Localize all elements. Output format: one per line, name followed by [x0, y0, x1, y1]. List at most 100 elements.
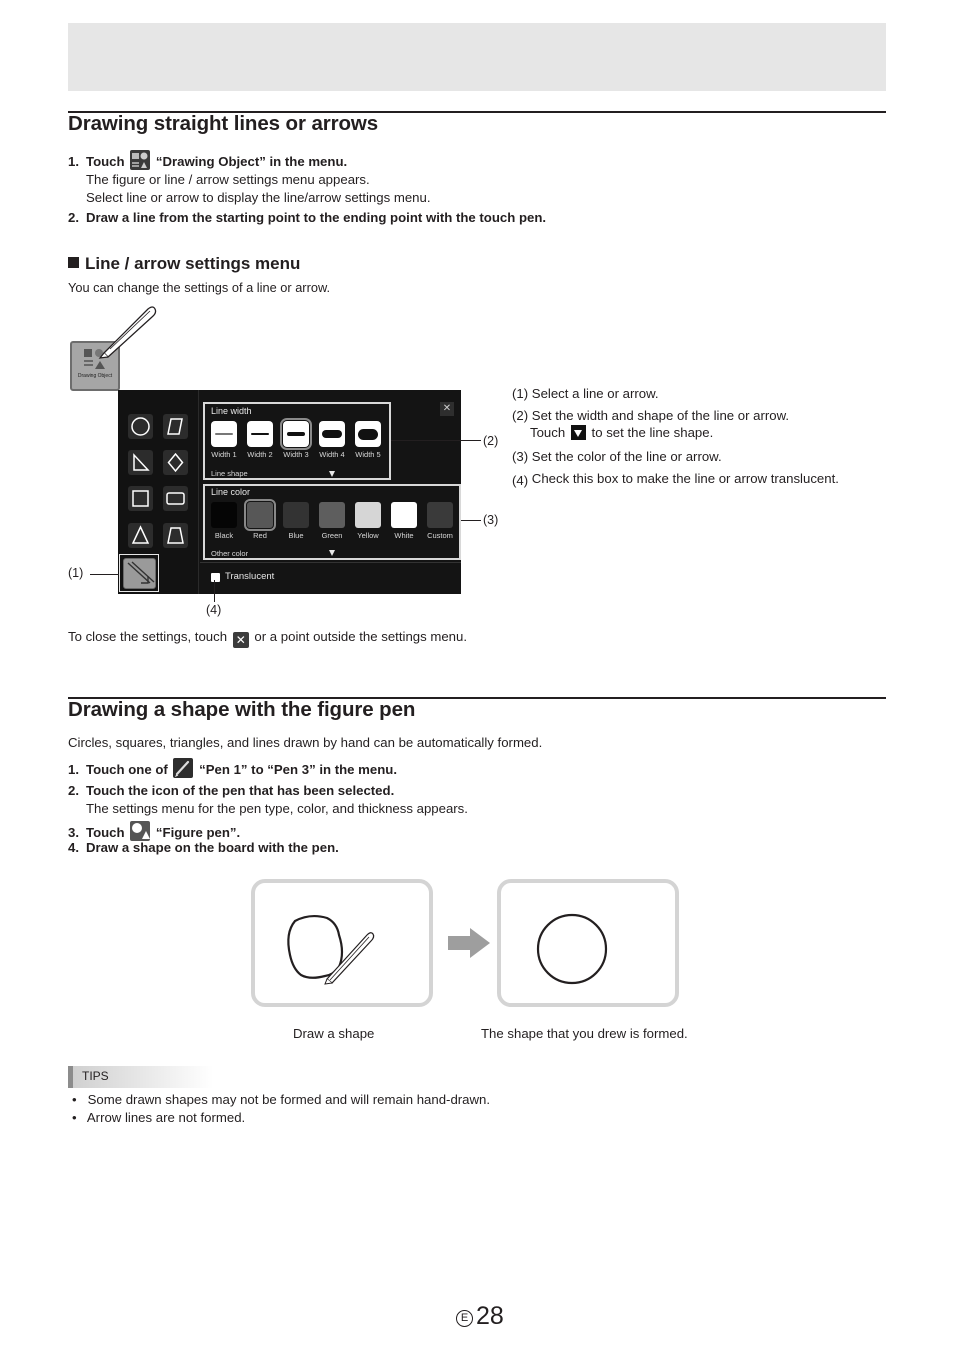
trapezoid-icon [167, 527, 184, 544]
description-4: (4) Check this box to make the line or a… [512, 470, 839, 488]
step-text: Draw a line from the starting point to t… [86, 210, 547, 225]
line-arrow-shape-button[interactable] [119, 554, 159, 592]
diamond-shape-button[interactable] [163, 450, 188, 475]
step-number: 2. [68, 783, 79, 798]
line-arrow-settings-panel: Line width Width 1 Width 2 Width 3 Width… [118, 390, 461, 594]
other-color-dropdown-icon[interactable] [329, 550, 335, 556]
line-color-title: Line color [211, 487, 251, 497]
width-label: Width 4 [319, 450, 345, 459]
color-black-swatch[interactable] [211, 502, 237, 528]
triangle-shape-button[interactable] [128, 523, 153, 548]
square-icon [132, 490, 149, 507]
tip-text: Arrow lines are not formed. [86, 1110, 246, 1125]
section-title: Drawing straight lines or arrows [68, 112, 379, 135]
color-green-swatch[interactable] [319, 502, 345, 528]
translucent-row: Translucent [200, 562, 461, 595]
width-label: Width 5 [355, 450, 381, 459]
step-text: “Figure pen”. [155, 825, 241, 840]
circle-icon [131, 417, 150, 436]
step-detail: The settings menu for the pen type, colo… [86, 801, 468, 816]
color-yellow-swatch[interactable] [355, 502, 381, 528]
close-note-text: To close the settings, touch [68, 629, 228, 644]
description-text: to set the line shape. [591, 425, 714, 440]
tip-item: • Some drawn shapes may not be formed an… [72, 1092, 491, 1107]
color-label: Red [253, 531, 267, 540]
page-number-text: 28 [476, 1302, 504, 1330]
step-number: 4. [68, 840, 79, 855]
right-triangle-shape-button[interactable] [128, 450, 153, 475]
color-white-swatch[interactable] [391, 502, 417, 528]
parallelogram-shape-button[interactable] [163, 414, 188, 439]
color-red-swatch[interactable] [244, 499, 276, 531]
step-text: Touch one of [86, 762, 168, 777]
dropdown-triangle-icon [570, 425, 586, 440]
caption-formed: The shape that you drew is formed. [481, 1026, 688, 1041]
circle-shape-button[interactable] [128, 414, 153, 439]
color-label: Blue [288, 531, 304, 540]
color-blue-swatch[interactable] [283, 502, 309, 528]
arrow-right-icon [448, 928, 490, 958]
square-bullet-icon [68, 257, 79, 268]
callout-2: (2) [483, 434, 499, 448]
callout-line-3 [461, 520, 481, 521]
callout-line-2 [391, 440, 481, 441]
tip-item: • Arrow lines are not formed. [72, 1110, 246, 1125]
callout-line-4 [214, 580, 215, 602]
line-arrow-icon [127, 561, 155, 584]
close-button[interactable]: ✕ [440, 402, 454, 416]
menu-icon-label: Drawing Object [77, 373, 113, 379]
rounded-rectangle-shape-button[interactable] [163, 486, 188, 511]
color-custom-swatch[interactable] [427, 502, 453, 528]
touch-pen-icon [98, 306, 157, 359]
width-3-button[interactable] [280, 418, 312, 450]
step-text: “Pen 1” to “Pen 3” in the menu. [199, 762, 397, 777]
square-shape-button[interactable] [128, 486, 153, 511]
parallelogram-icon [167, 418, 183, 435]
rounded-rectangle-icon [166, 492, 185, 505]
translucent-label: Translucent [225, 571, 275, 582]
color-label: White [394, 531, 414, 540]
formed-circle-icon [536, 913, 608, 985]
description-text: Check this box to make the line or arrow… [531, 471, 839, 486]
width-5-button[interactable] [355, 421, 381, 447]
color-label: Black [214, 531, 234, 540]
step-text: “Drawing Object” in the menu. [155, 154, 348, 169]
description-2: (2) Set the width and shape of the line … [512, 408, 790, 423]
line-shape-dropdown-icon[interactable] [329, 471, 335, 477]
width-label: Width 3 [283, 450, 309, 459]
line-shape-label: Line shape [211, 469, 248, 478]
step-1: 1. Touch one of “Pen 1” to “Pen 3” in the… [68, 758, 397, 779]
close-icon: ✕ [232, 632, 249, 648]
language-badge: E [456, 1310, 473, 1327]
color-label: Yellow [357, 531, 379, 540]
width-label: Width 2 [247, 450, 273, 459]
figure-pen-icon [130, 821, 151, 841]
drawing-object-icon [130, 150, 151, 170]
right-triangle-icon [133, 453, 150, 471]
section-title: Drawing a shape with the figure pen [68, 698, 416, 721]
color-label: Custom [427, 531, 453, 540]
trapezoid-shape-button[interactable] [163, 523, 188, 548]
close-note: To close the settings, touch ✕ or a poin… [68, 628, 467, 648]
width-2-button[interactable] [247, 421, 273, 447]
translucent-checkbox[interactable] [211, 573, 220, 582]
subheading: Line / arrow settings menu [68, 254, 300, 274]
close-note-text: or a point outside the settings menu. [254, 629, 468, 644]
description-text: Touch [530, 425, 566, 440]
width-1-button[interactable] [211, 421, 237, 447]
line-color-group: Line color Black Red Blue Green Yellow W… [203, 484, 461, 560]
page-number: E 28 [456, 1302, 504, 1331]
callout-4: (4) [206, 603, 222, 617]
step-text: Touch [86, 825, 125, 840]
hand-drawn-shape-box [251, 879, 433, 1007]
callout-1: (1) [68, 566, 84, 580]
callout-3: (3) [483, 513, 499, 527]
formed-shape-box [497, 879, 679, 1007]
step-number: 2. [68, 210, 79, 225]
header-band [68, 23, 886, 91]
tips-label: TIPS [68, 1066, 213, 1088]
width-4-button[interactable] [319, 421, 345, 447]
width-label: Width 1 [211, 450, 237, 459]
step-2: 2. Touch the icon of the pen that has bee… [68, 782, 468, 818]
description-number: (4) [512, 473, 529, 488]
